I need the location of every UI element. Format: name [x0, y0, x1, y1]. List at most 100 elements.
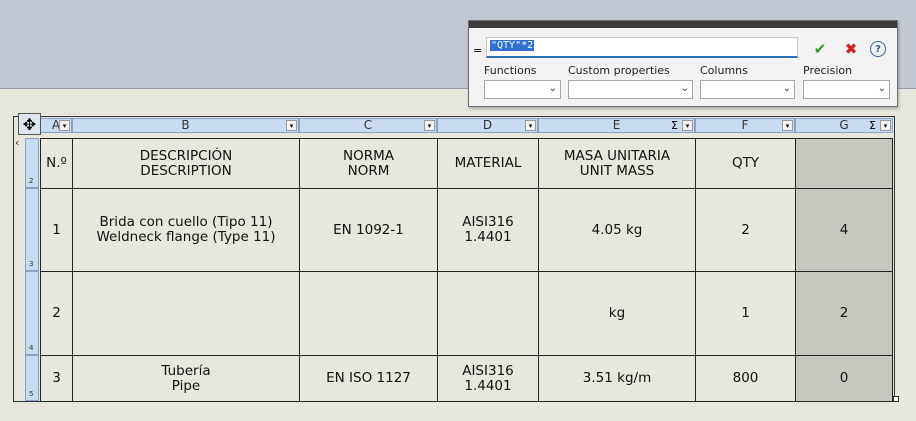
column-header-f[interactable]: F ▾ [695, 118, 795, 133]
cell-text: MASA UNITARIA [563, 147, 671, 164]
table-cell[interactable]: 4.05 kg [538, 188, 696, 272]
dropdown-arrow-icon[interactable]: ▾ [286, 120, 297, 131]
row-header-4[interactable]: 4 [25, 271, 39, 355]
table-cell[interactable] [72, 271, 300, 356]
table-cell[interactable]: AISI316 1.4401 [437, 188, 539, 272]
custom-properties-select[interactable]: ⌄ [568, 80, 693, 99]
table-cell[interactable]: AISI316 1.4401 [437, 355, 539, 402]
cell-text: 4.05 kg [591, 221, 643, 238]
cell-text: Pipe [171, 377, 201, 394]
precision-label: Precision [803, 64, 853, 77]
row-number: 2 [29, 177, 34, 185]
table-cell[interactable]: 3.51 kg/m [538, 355, 696, 402]
dropdown-arrow-icon[interactable]: ▾ [782, 120, 793, 131]
sigma-icon: Σ [671, 119, 678, 132]
column-letter: G [839, 118, 849, 132]
formula-input[interactable]: "QTY"*2 [486, 37, 798, 58]
cell-text: DESCRIPCIÓN [139, 147, 233, 164]
column-header-b[interactable]: B ▾ [72, 118, 299, 133]
chevron-down-icon: ⌄ [548, 83, 557, 94]
dropdown-arrow-icon[interactable]: ▾ [525, 120, 536, 131]
columns-select[interactable]: ⌄ [700, 80, 795, 99]
table-cell[interactable]: 800 [695, 355, 796, 402]
cell-text: Weldneck flange (Type 11) [96, 229, 276, 245]
checkmark-icon[interactable]: ✔ [811, 40, 829, 58]
cell-text: NORMA [343, 147, 394, 164]
dropdown-arrow-icon[interactable]: ▾ [424, 120, 435, 131]
row-number: 4 [29, 344, 34, 352]
table-cell[interactable]: 1 [40, 188, 73, 272]
table-cell[interactable]: 0 [795, 355, 893, 402]
cell-text: EN ISO 1127 [326, 370, 411, 386]
cell-text: 1 [741, 305, 750, 321]
table-cell[interactable]: 4 [795, 188, 893, 272]
cell-text: 4 [839, 221, 849, 238]
column-header-g[interactable]: G Σ ▾ [795, 118, 893, 133]
row-header-5[interactable]: 5 [25, 355, 39, 401]
column-header-c[interactable]: C ▾ [299, 118, 437, 133]
cell-text: 800 [732, 370, 759, 386]
chevron-down-icon: ⌄ [680, 83, 689, 94]
cell-text: DESCRIPTION [140, 162, 232, 179]
column-header-a[interactable]: A ▾ [40, 118, 72, 133]
table-header-cell-description[interactable]: DESCRIPCIÓN DESCRIPTION [72, 138, 300, 189]
dropdown-arrow-icon[interactable]: ▾ [880, 120, 891, 131]
dropdown-arrow-icon[interactable]: ▾ [59, 120, 70, 131]
column-letter: E [612, 118, 621, 132]
table-cell[interactable]: 1 [695, 271, 796, 356]
functions-select[interactable]: ⌄ [484, 80, 561, 99]
cell-text: 1.4401 [464, 377, 512, 394]
table-cell[interactable]: EN ISO 1127 [299, 355, 438, 402]
cell-text: 3 [52, 370, 61, 386]
table-cell[interactable]: kg [538, 271, 696, 356]
table-header-cell-qty[interactable]: QTY [695, 138, 796, 189]
formula-selected-text[interactable]: "QTY"*2 [490, 40, 535, 51]
functions-label: Functions [484, 64, 537, 77]
cell-text: NORM [347, 162, 390, 179]
table-cell[interactable]: Brida con cuello (Tipo 11) Weldneck flang… [72, 188, 300, 272]
cell-text: Tubería [161, 362, 211, 379]
column-letter: F [741, 118, 749, 132]
row-header-3[interactable]: 3 [25, 188, 39, 271]
table-cell[interactable]: 2 [695, 188, 796, 272]
table-header-cell-material[interactable]: MATERIAL [437, 138, 539, 189]
table-cell[interactable]: Tubería Pipe [72, 355, 300, 402]
cell-text: AISI316 [462, 362, 514, 379]
columns-label: Columns [700, 64, 748, 77]
table-header-cell-norm[interactable]: NORMA NORM [299, 138, 438, 189]
row-number: 5 [29, 390, 34, 398]
table-header-cell-number[interactable]: N.º [40, 138, 73, 189]
table-cell[interactable]: 3 [40, 355, 73, 402]
column-letter: D [482, 118, 493, 132]
cell-text: MATERIAL [454, 155, 522, 171]
help-icon[interactable]: ? [870, 41, 886, 57]
table-cell[interactable]: 2 [40, 271, 73, 356]
chevron-down-icon: ⌄ [877, 83, 886, 94]
row-number: 3 [29, 260, 34, 268]
table-cell[interactable] [299, 271, 438, 356]
cell-text: QTY [731, 155, 760, 171]
row-header-2[interactable]: 2 [25, 138, 39, 188]
table-cell[interactable]: EN 1092-1 [299, 188, 438, 272]
cell-text: EN 1092-1 [333, 221, 404, 238]
formula-popup: = "QTY"*2 ✔ ✖ ? Functions Custom propert… [468, 20, 898, 107]
resize-handle[interactable] [893, 396, 899, 402]
table-cell[interactable] [437, 271, 539, 356]
move-table-icon[interactable]: ✥ [18, 113, 41, 135]
cell-text: 2 [839, 305, 849, 321]
table-header-cell-unit-mass[interactable]: MASA UNITARIA UNIT MASS [538, 138, 696, 189]
chevron-down-icon: ⌄ [782, 83, 791, 94]
dropdown-arrow-icon[interactable]: ▾ [682, 120, 693, 131]
column-header-d[interactable]: D ▾ [437, 118, 538, 133]
cell-text: AISI316 [462, 214, 514, 230]
cell-text: 0 [839, 370, 849, 386]
popup-title-bar[interactable] [469, 21, 897, 28]
cell-text: Brida con cuello (Tipo 11) [99, 214, 273, 230]
table-header-cell-g[interactable] [795, 138, 893, 189]
precision-select[interactable]: ⌄ [803, 80, 890, 99]
chevron-left-icon[interactable]: ‹ [15, 136, 19, 149]
close-icon[interactable]: ✖ [842, 40, 860, 58]
column-header-e[interactable]: E Σ ▾ [538, 118, 695, 133]
column-letter: C [363, 118, 373, 132]
table-cell[interactable]: 2 [795, 271, 893, 356]
